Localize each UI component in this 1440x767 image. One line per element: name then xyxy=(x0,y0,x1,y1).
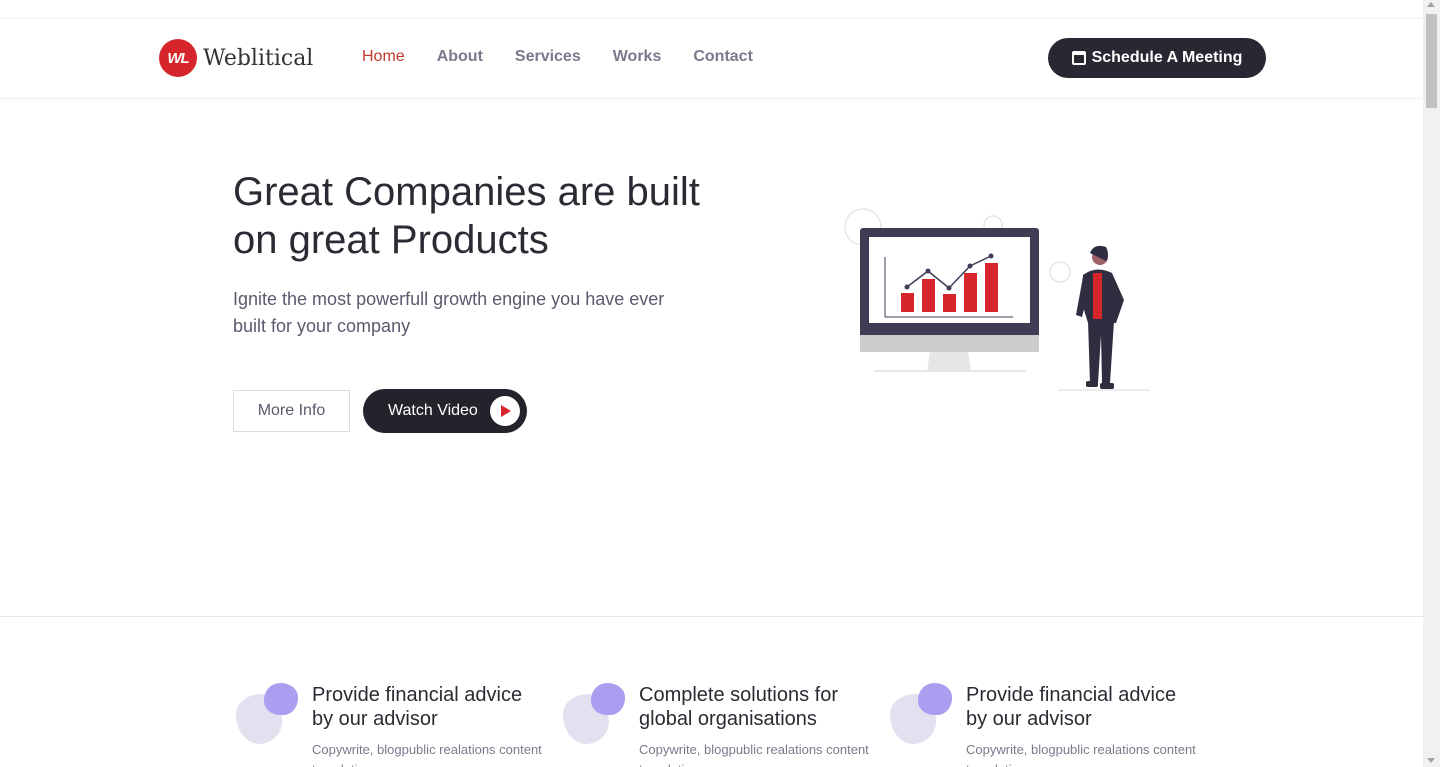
feature-description: Copywrite, blogpublic realations content… xyxy=(966,742,1196,767)
scrollbar-thumb[interactable] xyxy=(1426,14,1437,108)
nav-item-services[interactable]: Services xyxy=(515,48,581,66)
logo-mark-icon: WL xyxy=(159,39,197,77)
nav-item-works[interactable]: Works xyxy=(613,48,662,66)
page: WL Weblitical Home About Services Works … xyxy=(0,0,1440,767)
analytics-illustration xyxy=(844,208,1150,391)
logo[interactable]: WL Weblitical xyxy=(159,39,313,77)
more-info-button[interactable]: More Info xyxy=(233,390,350,432)
site-header: WL Weblitical Home About Services Works … xyxy=(0,18,1423,97)
schedule-meeting-label: Schedule A Meeting xyxy=(1091,49,1243,66)
nav-item-about[interactable]: About xyxy=(437,48,483,66)
main-nav: Home About Services Works Contact xyxy=(362,48,785,66)
watch-video-label: Watch Video xyxy=(388,402,478,419)
feature-description: Copywrite, blogpublic realations content… xyxy=(312,742,542,767)
section-divider xyxy=(0,616,1423,617)
feature-title: Provide financial advice by our advisor xyxy=(966,684,1177,730)
feature-title: Complete solutions for global organisati… xyxy=(639,684,838,730)
blob-shape-icon xyxy=(236,680,300,744)
play-icon xyxy=(490,396,520,426)
hero-title: Great Companies are built on great Produ… xyxy=(233,170,700,262)
blob-shape-icon xyxy=(890,680,954,744)
hero-subtitle: Ignite the most powerfull growth engine … xyxy=(233,289,665,336)
scroll-up-arrow-icon[interactable] xyxy=(1427,2,1435,7)
schedule-meeting-button[interactable]: Schedule A Meeting xyxy=(1048,38,1266,78)
scroll-down-arrow-icon[interactable] xyxy=(1427,758,1435,763)
watch-video-button[interactable]: Watch Video xyxy=(363,389,527,433)
brand-name: Weblitical xyxy=(203,45,314,71)
vertical-scrollbar[interactable] xyxy=(1423,0,1440,767)
blob-shape-icon xyxy=(563,680,627,744)
nav-item-home[interactable]: Home xyxy=(362,48,405,66)
feature-title: Provide financial advice by our advisor xyxy=(312,684,523,730)
calendar-icon xyxy=(1071,51,1086,65)
feature-description: Copywrite, blogpublic realations content… xyxy=(639,742,869,767)
nav-item-contact[interactable]: Contact xyxy=(693,48,753,66)
